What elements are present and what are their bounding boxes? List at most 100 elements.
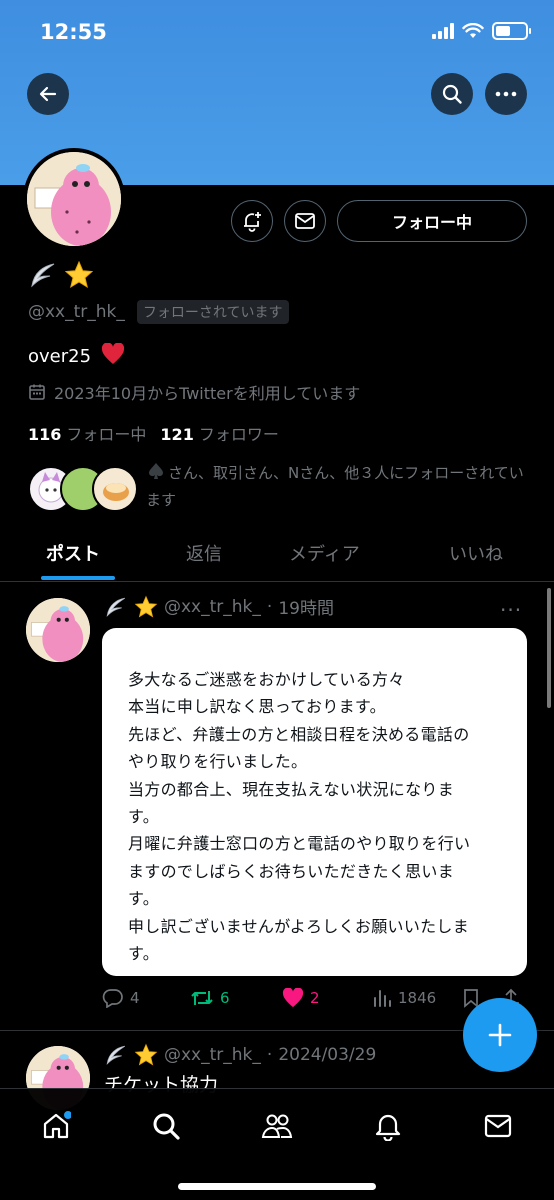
profile-handle: @xx_tr_hk_ (28, 302, 125, 322)
following-button[interactable]: フォロー中 (337, 200, 527, 242)
views-count: 1846 (398, 989, 437, 1007)
tweet-header: @xx_tr_hk_ · 19時間 (104, 594, 334, 619)
mutual-followers-avatars[interactable] (28, 466, 138, 514)
plus-icon (488, 1023, 512, 1047)
tweet-text-line: 先ほど、弁護士の方と相談日程を決める電話の (128, 724, 470, 744)
status-bar: 12:55 (0, 0, 554, 66)
message-button[interactable] (284, 200, 326, 242)
active-tab-indicator (41, 576, 115, 580)
tweet-text-line: す。 (128, 944, 160, 964)
wing-icon (106, 1045, 126, 1065)
more-icon (495, 91, 517, 97)
star-icon (134, 1043, 158, 1066)
follows-you-badge: フォローされています (136, 300, 289, 324)
join-date-text: 2023年10月からTwitterを利用しています (54, 384, 361, 403)
reply-icon (102, 989, 123, 1008)
views-button[interactable]: 1846 (372, 988, 436, 1008)
bell-plus-icon (244, 212, 261, 232)
spade-icon (149, 463, 163, 479)
tweet-text-line: ますのでしばらくお待ちいただきたく思いま (128, 861, 455, 881)
tweet-handle[interactable]: @xx_tr_hk_ (164, 597, 261, 617)
mutual-followers-text[interactable]: さん、取引さん、Nさん、他３人にフォローされています (146, 460, 531, 514)
display-name (28, 260, 94, 290)
messages-icon (484, 1114, 512, 1138)
wing-icon (31, 263, 55, 288)
battery-icon (492, 22, 531, 40)
tweet-text-line: 多大なるご迷惑をおかけしている方々 (128, 670, 405, 689)
follow-counts: 116 フォロー中 121 フォロワー (28, 421, 279, 445)
nav-explore[interactable] (146, 1106, 186, 1146)
star-icon (134, 595, 158, 617)
home-indicator (178, 1183, 376, 1190)
retweet-count: 6 (220, 989, 230, 1007)
notify-button[interactable] (231, 200, 273, 242)
mutual-avatar (92, 466, 138, 512)
heart-icon (282, 988, 304, 1008)
explore-icon (153, 1113, 180, 1140)
heart-emoji-icon (101, 342, 124, 364)
tweet-separator: · (266, 1045, 273, 1065)
retweet-icon (191, 991, 213, 1005)
tweet-text-line: やり取りを行いました。 (128, 752, 308, 772)
join-date: 2023年10月からTwitterを利用しています (28, 380, 360, 404)
back-arrow-icon (39, 86, 57, 102)
tweet-text-line: 申し訳ございませんがよろしくお願いいたしま (128, 916, 470, 936)
tab-replies[interactable]: 返信 (186, 540, 222, 566)
followers-label: フォロワー (198, 425, 279, 444)
tweet-handle[interactable]: @xx_tr_hk_ (164, 1045, 261, 1065)
star-icon (64, 260, 94, 289)
status-time: 12:55 (40, 20, 107, 44)
retweet-button[interactable]: 6 (190, 988, 230, 1008)
signal-icon (432, 23, 454, 39)
mail-icon (295, 213, 315, 229)
search-icon (442, 84, 462, 104)
tweet-text-line: 月曜に弁護士窓口の方と電話のやり取りを行い (128, 834, 471, 854)
tweet-actions: 4 6 2 1846 (100, 988, 530, 1016)
following-count: 116 (28, 425, 62, 444)
following-count-link[interactable]: 116 フォロー中 (28, 421, 146, 445)
like-button[interactable]: 2 (282, 988, 320, 1008)
tweet-more-icon[interactable]: ··· (500, 598, 522, 622)
tab-posts[interactable]: ポスト (46, 540, 100, 566)
nav-home[interactable] (36, 1106, 76, 1146)
tweet-text-line: す。 (128, 889, 160, 909)
mutual-followers-label: さん、取引さん、Nさん、他３人にフォローされています (146, 464, 524, 509)
compose-button[interactable] (463, 998, 537, 1072)
nav-communities[interactable] (257, 1106, 297, 1146)
status-icons (432, 22, 531, 40)
communities-icon (261, 1114, 293, 1138)
wing-icon (106, 597, 126, 617)
followers-count-link[interactable]: 121 フォロワー (160, 421, 278, 445)
scrollbar[interactable] (547, 588, 551, 708)
search-button[interactable] (431, 73, 473, 115)
nav-notifications[interactable] (368, 1106, 408, 1146)
tweet-text-line: す。 (128, 807, 160, 827)
tweet-header: @xx_tr_hk_ · 2024/03/29 (104, 1043, 376, 1067)
home-icon (43, 1111, 71, 1139)
tab-media[interactable]: メディア (289, 540, 360, 566)
handle-row: @xx_tr_hk_ フォローされています (28, 300, 289, 324)
tweet-time[interactable]: 2024/03/29 (278, 1045, 376, 1065)
tweet-text-line: 本当に申し訳なく思っております。 (128, 697, 386, 717)
tab-likes[interactable]: いいね (449, 540, 503, 566)
notifications-icon (375, 1114, 401, 1141)
reply-button[interactable]: 4 (102, 988, 140, 1008)
followers-count: 121 (160, 425, 194, 444)
following-label: フォロー中 (66, 425, 147, 444)
profile-bio: over25 (28, 342, 125, 367)
views-icon (374, 990, 391, 1007)
back-button[interactable] (27, 73, 69, 115)
profile-avatar[interactable] (23, 148, 125, 250)
profile-tabs: ポスト 返信 メディア いいね (0, 530, 554, 582)
bio-text: over25 (28, 346, 92, 367)
nav-messages[interactable] (478, 1106, 518, 1146)
tweet-text-card[interactable]: 多大なるご迷惑をおかけしている方々 本当に申し訳なく思っております。 先ほど、弁… (102, 628, 527, 976)
calendar-icon (29, 384, 45, 400)
like-count: 2 (310, 989, 320, 1007)
tweet-time[interactable]: 19時間 (278, 594, 334, 619)
wifi-icon (462, 23, 484, 38)
tweet-avatar[interactable] (26, 598, 90, 662)
tweet-text-line: 当方の都合上、現在支払えない状況になりま (128, 779, 455, 799)
tweet-separator: · (266, 596, 273, 617)
more-button[interactable] (485, 73, 527, 115)
